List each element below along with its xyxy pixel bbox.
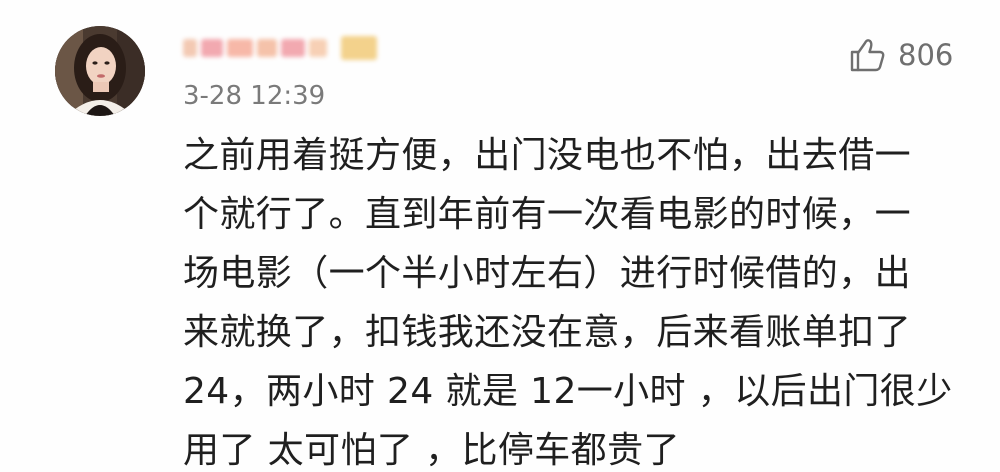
comment-line: 来就换了，扣钱我还没在意，后来看账单扣了 xyxy=(183,312,912,353)
like-count: 806 xyxy=(898,38,954,72)
comment-line: 场电影（一个半小时左右）进行时候借的，出 xyxy=(183,253,912,294)
comment-card: 3-28 12:39 806 之前用着挺方便，出门没电也不怕，出去借一 个就行了… xyxy=(0,0,1000,472)
thumbs-up-icon xyxy=(850,39,885,72)
avatar-image xyxy=(55,26,145,116)
username-blurred xyxy=(183,31,383,65)
comment-timestamp: 3-28 12:39 xyxy=(183,81,326,111)
comment-line: 24，两小时 24 就是 12一小时 ，以后出门很少 xyxy=(183,371,953,412)
like-button[interactable]: 806 xyxy=(848,30,953,80)
avatar[interactable] xyxy=(55,26,145,116)
comment-line: 用了 太可怕了 ，比停车都贵了 xyxy=(183,430,680,471)
username[interactable] xyxy=(183,31,383,65)
comment-text: 之前用着挺方便，出门没电也不怕，出去借一 个就行了。直到年前有一次看电影的时候，… xyxy=(183,126,953,472)
comment-line: 个就行了。直到年前有一次看电影的时候，一 xyxy=(183,194,912,235)
comment-line: 之前用着挺方便，出门没电也不怕，出去借一 xyxy=(183,135,912,176)
